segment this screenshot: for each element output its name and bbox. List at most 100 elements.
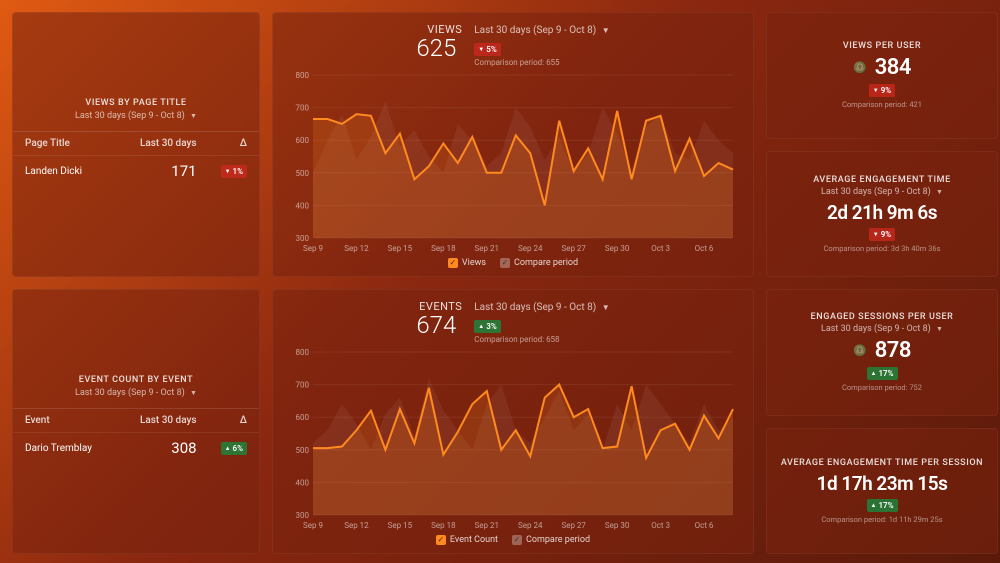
card-title: VIEWS BY PAGE TITLE — [25, 98, 247, 108]
comparison-text: Comparison period: 655 — [474, 58, 609, 67]
chevron-down-icon: ▼ — [190, 389, 197, 397]
date-range-selector[interactable]: Last 30 days (Sep 9 - Oct 8) ▼ — [821, 187, 943, 197]
views-table: Page Title Last 30 days Δ Landen Dicki 1… — [13, 131, 259, 186]
svg-text:Sep 9: Sep 9 — [303, 244, 323, 253]
svg-text:Sep 15: Sep 15 — [388, 521, 413, 530]
date-range-selector[interactable]: Last 30 days (Sep 9 - Oct 8) ▼ — [25, 388, 247, 398]
chevron-down-icon: ▼ — [190, 112, 197, 120]
row-value: 171 — [111, 156, 209, 187]
svg-text:Sep 21: Sep 21 — [475, 244, 499, 253]
svg-text:500: 500 — [296, 446, 310, 455]
delta-badge: ▼ 5% — [474, 43, 500, 56]
svg-text:Sep 27: Sep 27 — [561, 521, 586, 530]
chart-value: 674 — [416, 311, 456, 339]
event-count-by-event-card: EVENT COUNT BY EVENT Last 30 days (Sep 9… — [12, 289, 260, 554]
engaged-sessions-per-user-card: ENGAGED SESSIONS PER USER Last 30 days (… — [766, 289, 998, 416]
avg-engagement-time-card: AVERAGE ENGAGEMENT TIME Last 30 days (Se… — [766, 151, 998, 278]
col-delta: Δ — [209, 132, 259, 156]
legend-item-event-count[interactable]: ✓ Event Count — [436, 535, 498, 545]
comparison-text: Comparison period: 3d 3h 40m 36s — [824, 244, 941, 253]
chevron-down-icon: ▼ — [936, 188, 943, 196]
svg-text:Sep 30: Sep 30 — [605, 244, 630, 253]
svg-text:Sep 21: Sep 21 — [475, 521, 499, 530]
chart-value: 625 — [416, 34, 456, 62]
svg-text:Oct 3: Oct 3 — [651, 521, 670, 530]
stat-value: 384 — [875, 55, 911, 80]
card-title: AVERAGE ENGAGEMENT TIME PER SESSION — [781, 458, 983, 468]
svg-text:400: 400 — [296, 201, 310, 210]
svg-text:Oct 3: Oct 3 — [651, 244, 670, 253]
comparison-text: Comparison period: 421 — [842, 100, 922, 109]
card-title: VIEWS PER USER — [843, 41, 921, 51]
delta-badge: ▼ 1% — [221, 165, 247, 178]
stat-value: 2d 21h 9m 6s — [827, 201, 937, 224]
svg-text:Sep 18: Sep 18 — [431, 521, 456, 530]
table-row[interactable]: Dario Tremblay 308 ▲ 6% — [13, 433, 259, 464]
views-chart: 300400500600700800Sep 9Sep 12Sep 15Sep 1… — [287, 71, 739, 254]
svg-text:600: 600 — [296, 136, 310, 145]
legend-item-views[interactable]: ✓ Views — [448, 258, 486, 268]
legend-item-compare[interactable]: ✓ Compare period — [500, 258, 578, 268]
date-range-label: Last 30 days (Sep 9 - Oct 8) — [75, 388, 185, 398]
svg-text:700: 700 — [296, 104, 310, 113]
avg-engagement-time-per-session-card: AVERAGE ENGAGEMENT TIME PER SESSION 1d 1… — [766, 428, 998, 555]
date-range-label: Last 30 days (Sep 9 - Oct 8) — [474, 25, 596, 36]
svg-text:Sep 15: Sep 15 — [388, 244, 413, 253]
svg-text:600: 600 — [296, 413, 310, 422]
date-range-selector[interactable]: Last 30 days (Sep 9 - Oct 8) ▼ — [25, 111, 247, 121]
delta-badge: ▲ 17% — [867, 499, 898, 512]
date-range-label: Last 30 days (Sep 9 - Oct 8) — [821, 187, 931, 197]
events-chart: 300 400 500 600 700 800 Sep 9 Sep 12 Sep 15 Sep 1… — [287, 348, 739, 531]
svg-text:Sep 30: Sep 30 — [605, 521, 630, 530]
card-title: EVENT COUNT BY EVENT — [25, 375, 247, 385]
svg-text:Sep 12: Sep 12 — [344, 521, 369, 530]
chevron-down-icon: ▼ — [602, 303, 610, 312]
checkbox-icon: ✓ — [448, 258, 458, 268]
svg-text:500: 500 — [296, 169, 310, 178]
views-per-user-card: VIEWS PER USER ♎ 384 ▼ 9% Comparison per… — [766, 12, 998, 139]
chart-legend: ✓ Event Count ✓ Compare period — [287, 535, 739, 545]
delta-badge: ▲ 3% — [474, 320, 500, 333]
svg-text:Oct 6: Oct 6 — [695, 244, 714, 253]
svg-text:Sep 27: Sep 27 — [561, 244, 586, 253]
card-title: AVERAGE ENGAGEMENT TIME — [813, 175, 951, 185]
chevron-down-icon: ▼ — [602, 26, 610, 35]
row-name: Dario Tremblay — [13, 433, 117, 464]
col-event: Event — [13, 409, 117, 433]
svg-text:300: 300 — [296, 511, 310, 520]
checkbox-icon: ✓ — [436, 535, 446, 545]
delta-badge: ▲ 17% — [867, 367, 898, 380]
stat-value: 878 — [875, 338, 911, 363]
views-chart-card: VIEWS 625 Last 30 days (Sep 9 - Oct 8) ▼… — [272, 12, 754, 277]
delta-badge: ▼ 9% — [869, 84, 895, 97]
svg-text:700: 700 — [296, 381, 310, 390]
chart-legend: ✓ Views ✓ Compare period — [287, 258, 739, 268]
comparison-text: Comparison period: 752 — [842, 383, 922, 392]
delta-badge: ▼ 9% — [869, 228, 895, 241]
row-value: 308 — [117, 433, 209, 464]
row-name: Landen Dicki — [13, 156, 111, 187]
user-icon: ♎ — [853, 61, 867, 74]
col-delta: Δ — [209, 409, 259, 433]
comparison-text: Comparison period: 658 — [474, 335, 609, 344]
table-row[interactable]: Landen Dicki 171 ▼ 1% — [13, 156, 259, 187]
svg-text:Sep 12: Sep 12 — [344, 244, 369, 253]
svg-text:400: 400 — [296, 478, 310, 487]
svg-text:Sep 24: Sep 24 — [518, 521, 543, 530]
legend-item-compare[interactable]: ✓ Compare period — [512, 535, 590, 545]
svg-text:Sep 18: Sep 18 — [431, 244, 456, 253]
svg-text:800: 800 — [296, 71, 310, 80]
comparison-text: Comparison period: 1d 11h 29m 25s — [821, 515, 942, 524]
date-range-selector[interactable]: Last 30 days (Sep 9 - Oct 8) ▼ — [474, 302, 609, 313]
date-range-label: Last 30 days (Sep 9 - Oct 8) — [75, 111, 185, 121]
card-title: ENGAGED SESSIONS PER USER — [811, 312, 954, 322]
svg-text:Sep 9: Sep 9 — [303, 521, 323, 530]
date-range-selector[interactable]: Last 30 days (Sep 9 - Oct 8) ▼ — [821, 324, 943, 334]
date-range-selector[interactable]: Last 30 days (Sep 9 - Oct 8) ▼ — [474, 25, 609, 36]
checkbox-icon: ✓ — [512, 535, 522, 545]
svg-text:Oct 6: Oct 6 — [695, 521, 714, 530]
svg-text:800: 800 — [296, 348, 310, 357]
user-icon: ♎ — [853, 344, 867, 357]
svg-text:Sep 24: Sep 24 — [518, 244, 543, 253]
date-range-label: Last 30 days (Sep 9 - Oct 8) — [474, 302, 596, 313]
